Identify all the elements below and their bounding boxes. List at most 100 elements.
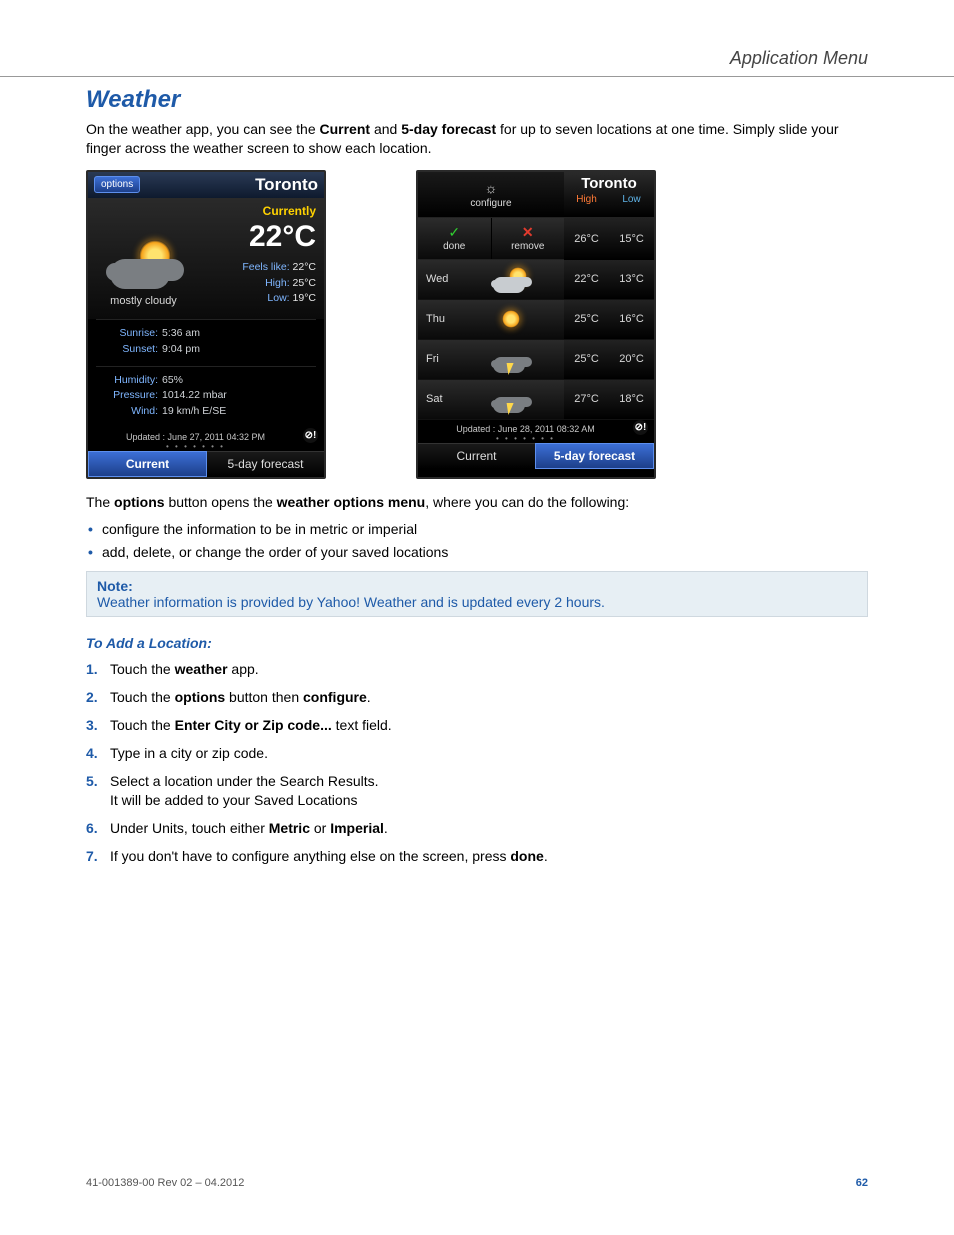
condition-label: mostly cloudy <box>110 295 177 307</box>
t: button then <box>225 689 303 705</box>
tab-forecast[interactable]: 5-day forecast <box>535 443 654 469</box>
note-title: Note: <box>97 578 857 594</box>
step-item: Touch the options button then configure. <box>86 688 868 707</box>
note-body: Weather information is provided by Yahoo… <box>97 594 857 610</box>
today-low: 15°C <box>609 218 654 260</box>
forecast-day: Wed <box>418 260 458 299</box>
high-header: High <box>564 192 609 207</box>
pressure-label: Pressure: <box>98 388 158 404</box>
sunset-value: 9:04 pm <box>162 343 200 355</box>
t: Touch the <box>110 689 175 705</box>
remove-button[interactable]: ✕ remove <box>492 218 565 259</box>
t: . <box>367 689 371 705</box>
t: Select a location under the Search Resul… <box>110 773 379 789</box>
forecast-row: Thu 25°C16°C <box>418 300 654 340</box>
t: Touch the <box>110 717 175 733</box>
forecast-day: Sat <box>418 380 458 419</box>
tab-forecast[interactable]: 5-day forecast <box>207 451 324 477</box>
done-label: done <box>443 241 465 252</box>
device-forecast: ☼ configure Toronto High Low ✓ done <box>416 170 656 479</box>
high-value: 25°C <box>293 277 316 289</box>
step-item: Under Units, touch either Metric or Impe… <box>86 819 868 838</box>
b: Enter City or Zip code... <box>175 717 332 733</box>
city-label: Toronto <box>564 172 654 192</box>
yahoo-icon: ⊘! <box>633 420 648 435</box>
tab-current[interactable]: Current <box>88 451 207 477</box>
steps-list: Touch the weather app. Touch the options… <box>86 660 868 865</box>
t: It will be added to your Saved Locations <box>110 792 358 808</box>
current-summary: mostly cloudy Currently 22°C Feels like:… <box>88 198 324 319</box>
forecast-day: Thu <box>418 300 458 339</box>
sunset-label: Sunset: <box>98 342 158 358</box>
forecast-low: 18°C <box>609 380 654 419</box>
step-item: Touch the Enter City or Zip code... text… <box>86 716 868 735</box>
humidity-label: Humidity: <box>98 373 158 389</box>
b: weather <box>175 661 228 677</box>
currently-label: Currently <box>191 204 316 218</box>
b: configure <box>303 689 367 705</box>
yahoo-icon: ⊘! <box>303 428 318 443</box>
forecast-day: Fri <box>418 340 458 379</box>
forecast-low: 20°C <box>609 340 654 379</box>
intro-mid: and <box>370 121 401 137</box>
humidity-value: 65% <box>162 374 183 386</box>
feelslike-value: 22°C <box>293 261 316 273</box>
intro-paragraph: On the weather app, you can see the Curr… <box>86 120 868 158</box>
forecast-low: 13°C <box>609 260 654 299</box>
op-pre: The <box>86 494 114 510</box>
current-temp: 22°C <box>191 220 316 254</box>
step-item: Select a location under the Search Resul… <box>86 772 868 810</box>
note-box: Note: Weather information is provided by… <box>86 571 868 617</box>
device-titlebar: options Toronto <box>88 172 324 198</box>
intro-bold-current: Current <box>320 121 371 137</box>
page-dots: • • • • • • • <box>418 434 654 443</box>
done-button[interactable]: ✓ done <box>418 218 492 259</box>
op-post: , where you can do the following: <box>425 494 629 510</box>
intro-bold-forecast: 5-day forecast <box>401 121 496 137</box>
page-footer: 41-001389-00 Rev 02 – 04.2012 62 <box>86 1177 868 1189</box>
low-label: Low: <box>267 292 289 304</box>
screenshots-row: options Toronto mostly cloudy Currently … <box>86 170 868 479</box>
forecast-high: 25°C <box>564 300 609 339</box>
page-number: 62 <box>856 1177 868 1189</box>
configure-label: configure <box>470 198 511 209</box>
forecast-low: 16°C <box>609 300 654 339</box>
check-icon: ✓ <box>448 224 460 241</box>
city-label: Toronto <box>255 175 318 195</box>
section-title: Weather <box>86 86 868 114</box>
b: options <box>175 689 226 705</box>
page-dots: • • • • • • • <box>88 442 324 451</box>
device-current: options Toronto mostly cloudy Currently … <box>86 170 326 479</box>
intro-pre: On the weather app, you can see the <box>86 121 320 137</box>
forecast-list: Wed 22°C13°C Thu 25°C16°C Fri 25°C20°C S… <box>418 260 654 420</box>
revision-label: 41-001389-00 Rev 02 – 04.2012 <box>86 1177 244 1189</box>
tab-current[interactable]: Current <box>418 443 535 469</box>
pressure-value: 1014.22 mbar <box>162 389 227 401</box>
configure-button[interactable]: ☼ configure <box>418 172 564 217</box>
t: app. <box>228 661 259 677</box>
step-item: Touch the weather app. <box>86 660 868 679</box>
forecast-high: 22°C <box>564 260 609 299</box>
low-value: 19°C <box>293 292 316 304</box>
op-b1: options <box>114 494 165 510</box>
forecast-row: Fri 25°C20°C <box>418 340 654 380</box>
content-area: Weather On the weather app, you can see … <box>86 86 868 875</box>
bullet-item: configure the information to be in metri… <box>86 520 868 539</box>
feelslike-label: Feels like: <box>242 261 289 273</box>
op-mid: button opens the <box>165 494 277 510</box>
howto-title: To Add a Location: <box>86 635 868 651</box>
sunrise-value: 5:36 am <box>162 327 200 339</box>
remove-label: remove <box>511 241 544 252</box>
step-item: If you don't have to configure anything … <box>86 847 868 866</box>
b: done <box>510 848 543 864</box>
options-bullets: configure the information to be in metri… <box>86 520 868 562</box>
sun-block: Sunrise: 5:36 am Sunset: 9:04 pm <box>88 320 324 366</box>
options-button[interactable]: options <box>94 176 140 193</box>
header-rule <box>0 76 954 77</box>
forecast-row: Sat 27°C18°C <box>418 380 654 420</box>
page-header: Application Menu <box>730 48 868 69</box>
t: . <box>384 820 388 836</box>
sunrise-label: Sunrise: <box>98 326 158 342</box>
bullet-item: add, delete, or change the order of your… <box>86 543 868 562</box>
wind-label: Wind: <box>98 404 158 420</box>
